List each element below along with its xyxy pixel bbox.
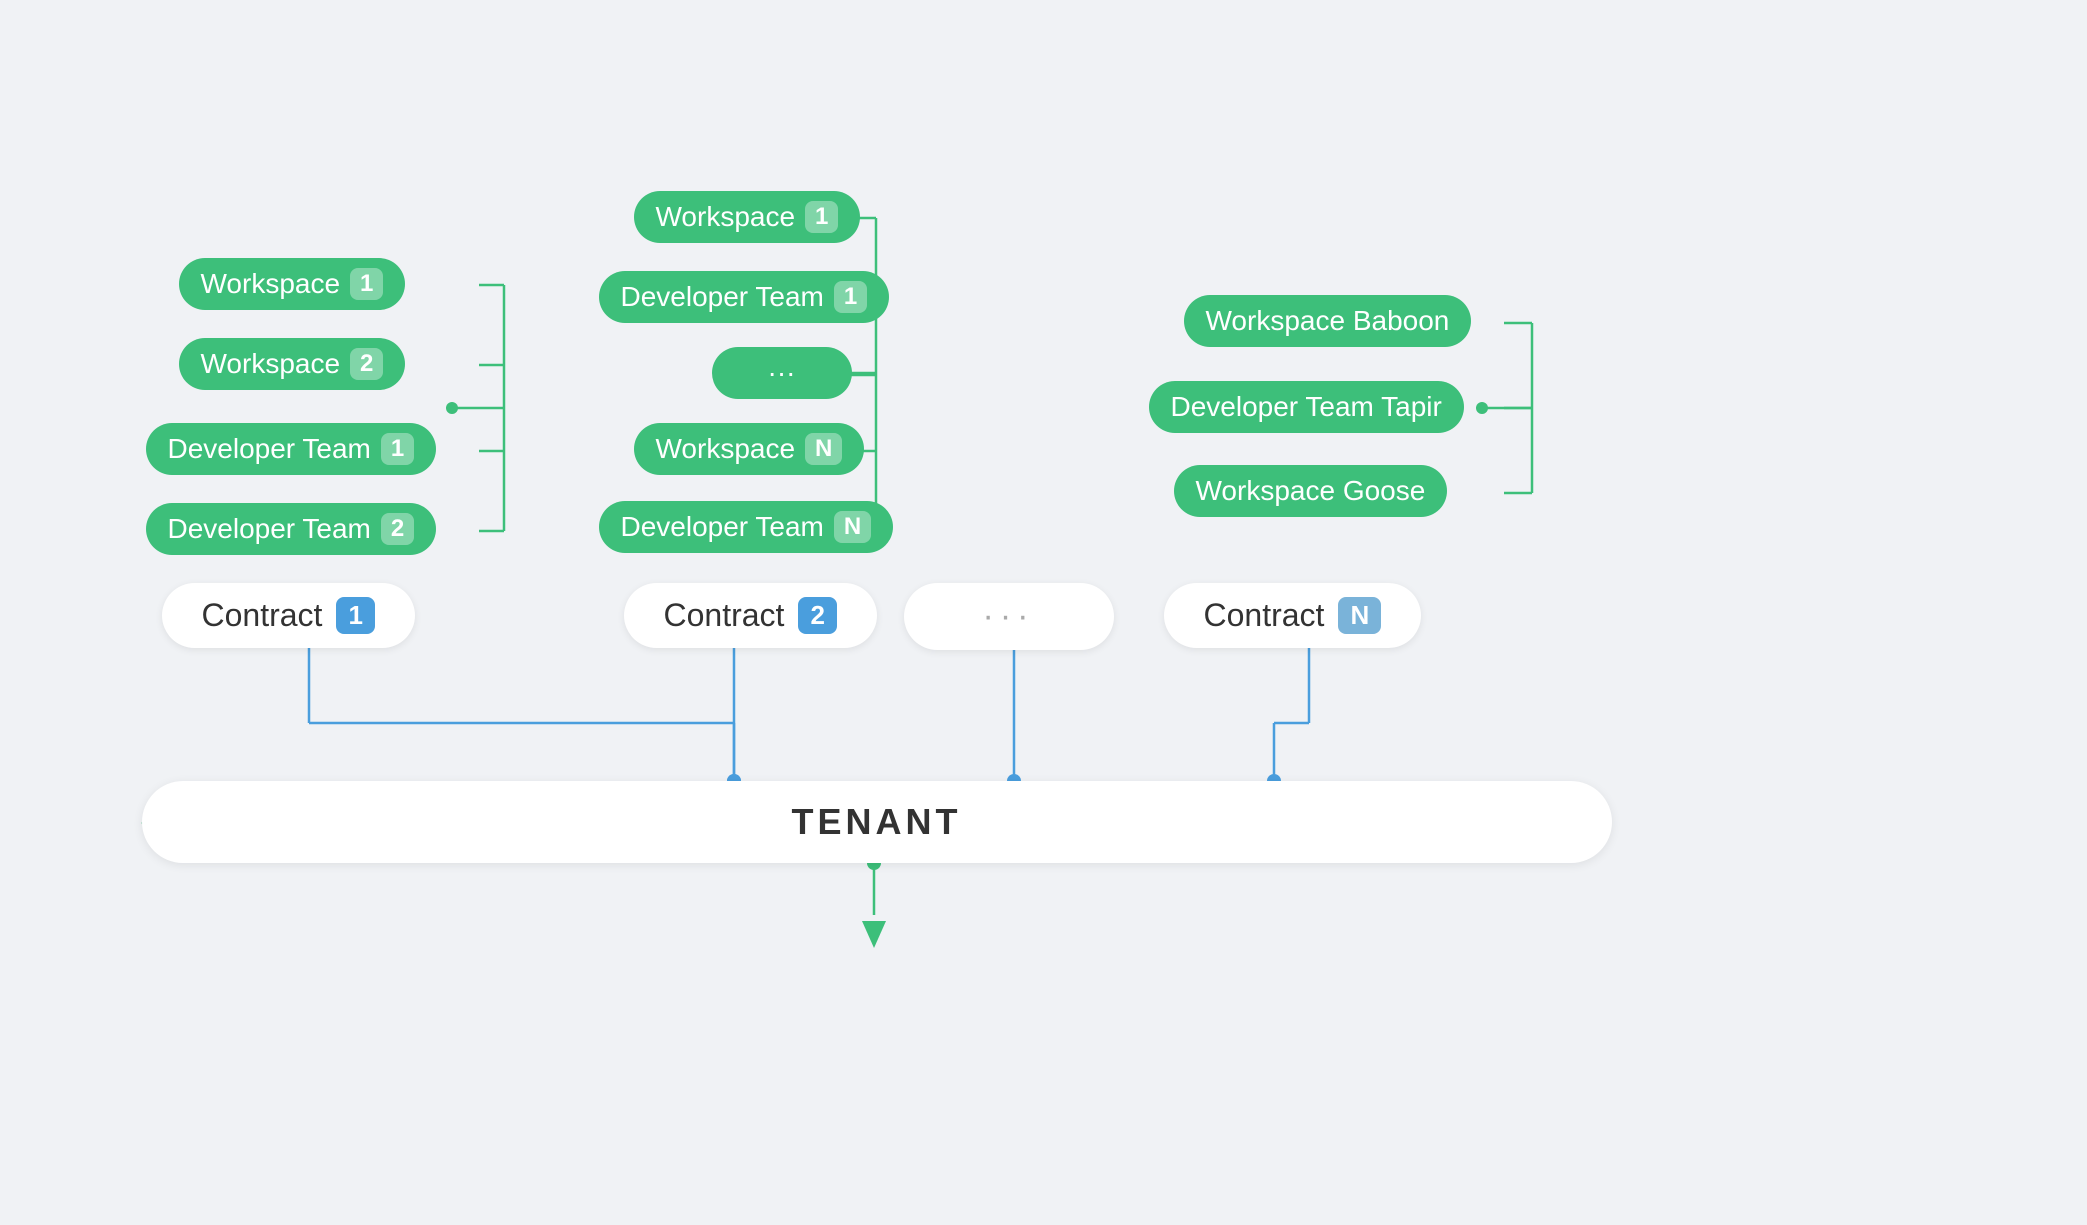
- c2-devteam-1: Developer Team 1: [599, 271, 890, 323]
- contract-2-pill: Contract 2: [624, 583, 877, 648]
- c2-workspace-n: Workspace N: [634, 423, 865, 475]
- tenant-pill: TENANT: [142, 781, 1612, 863]
- c2-devteam-n: Developer Team N: [599, 501, 894, 553]
- c1-workspace-2: Workspace 2: [179, 338, 406, 390]
- contract-1-pill: Contract 1: [162, 583, 415, 648]
- c2-ellipsis: ···: [712, 347, 852, 399]
- c1-devteam-2: Developer Team 2: [146, 503, 437, 555]
- contract-ellipsis-pill: ···: [904, 583, 1114, 650]
- c2-workspace-1: Workspace 1: [634, 191, 861, 243]
- contract-n-pill: Contract N: [1164, 583, 1422, 648]
- cn-devteam-tapir: Developer Team Tapir: [1149, 381, 1464, 433]
- cn-workspace-goose: Workspace Goose: [1174, 465, 1448, 517]
- c1-devteam-1: Developer Team 1: [146, 423, 437, 475]
- c1-workspace-1: Workspace 1: [179, 258, 406, 310]
- cn-workspace-baboon: Workspace Baboon: [1184, 295, 1472, 347]
- diagram-container: Workspace 1 Workspace 2 Developer Team 1…: [94, 63, 1994, 1163]
